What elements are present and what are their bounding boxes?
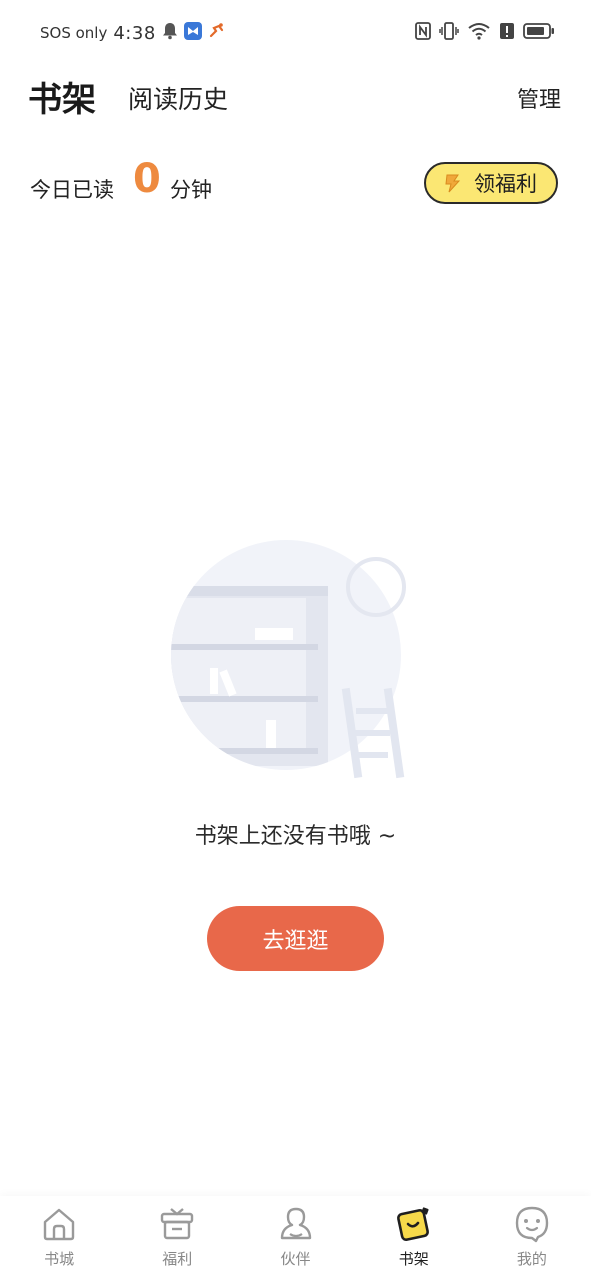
bottom-nav: 书城 福利 伙伴 书架 我的 (0, 1196, 591, 1280)
profile-face-icon (512, 1204, 552, 1244)
claim-welfare-label: 领福利 (474, 172, 537, 196)
status-right (415, 22, 555, 44)
vibrate-icon (439, 22, 459, 44)
status-left: SOS only 4:38 (40, 22, 226, 44)
wifi-icon (467, 22, 491, 44)
reading-suffix-label: 分钟 (170, 178, 212, 202)
alert-icon (499, 22, 515, 44)
gift-box-icon (157, 1204, 197, 1244)
nav-item-welfare[interactable]: 福利 (118, 1196, 236, 1280)
battery-icon (523, 22, 555, 44)
nav-label-bookstore: 书城 (44, 1250, 75, 1268)
reading-prefix-label: 今日已读 (30, 178, 114, 202)
empty-bookshelf-illustration (168, 540, 424, 790)
home-icon (39, 1204, 79, 1244)
nfc-icon (415, 22, 431, 44)
nav-item-mine[interactable]: 我的 (473, 1196, 591, 1280)
runner-icon (208, 22, 226, 44)
nav-label-companion: 伙伴 (280, 1250, 311, 1268)
manage-button[interactable]: 管理 (517, 82, 561, 114)
reading-minutes-count: 0 (133, 156, 161, 202)
lightning-coin-icon (442, 172, 464, 194)
reading-stats-row: 今日已读 0 分钟 领福利 (0, 150, 591, 220)
nav-item-companion[interactable]: 伙伴 (236, 1196, 354, 1280)
nav-label-welfare: 福利 (162, 1250, 193, 1268)
carrier-text: SOS only (40, 24, 108, 42)
bell-icon (162, 22, 178, 44)
tab-bookshelf[interactable]: 书架 (28, 72, 96, 121)
nav-label-mine: 我的 (516, 1250, 547, 1268)
status-bar: SOS only 4:38 (0, 0, 591, 66)
nav-label-bookshelf: 书架 (398, 1250, 429, 1268)
bookshelf-icon (394, 1204, 434, 1244)
app-badge-icon (183, 22, 202, 44)
empty-shelf-message: 书架上还没有书哦 ~ (194, 824, 397, 849)
claim-welfare-button[interactable]: 领福利 (424, 162, 558, 204)
header: 书架 阅读历史 管理 (0, 66, 591, 130)
companion-icon (276, 1204, 316, 1244)
nav-item-bookstore[interactable]: 书城 (0, 1196, 118, 1280)
tab-reading-history[interactable]: 阅读历史 (128, 80, 228, 116)
nav-item-bookshelf[interactable]: 书架 (355, 1196, 473, 1280)
clock-time: 4:38 (113, 22, 156, 44)
go-browse-button[interactable]: 去逛逛 (207, 906, 384, 971)
